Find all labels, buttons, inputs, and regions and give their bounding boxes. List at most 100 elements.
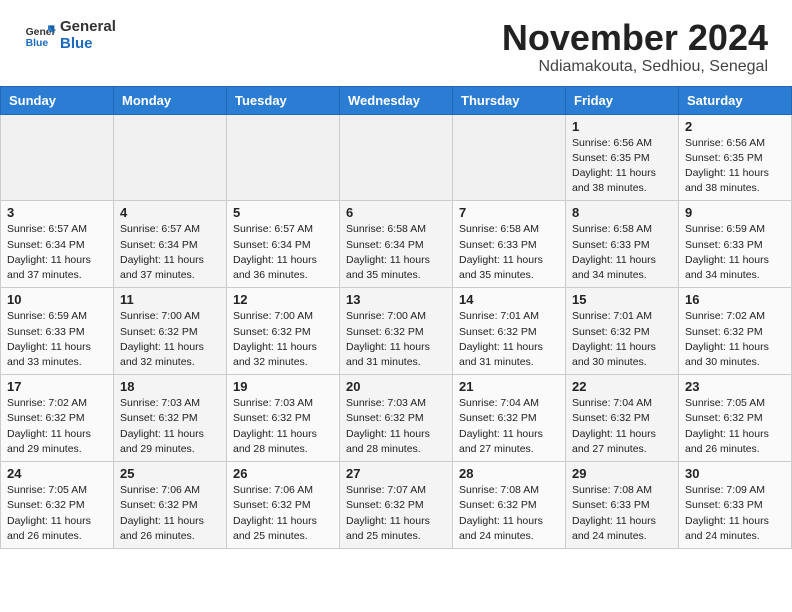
day-info: Sunrise: 6:58 AM Sunset: 6:33 PM Dayligh… xyxy=(572,222,672,283)
day-info: Sunrise: 7:09 AM Sunset: 6:33 PM Dayligh… xyxy=(685,483,785,544)
day-number: 16 xyxy=(685,292,785,307)
day-info: Sunrise: 7:00 AM Sunset: 6:32 PM Dayligh… xyxy=(233,309,333,370)
day-info: Sunrise: 6:57 AM Sunset: 6:34 PM Dayligh… xyxy=(233,222,333,283)
month-year: November 2024 xyxy=(502,18,768,58)
calendar-cell: 13Sunrise: 7:00 AM Sunset: 6:32 PM Dayli… xyxy=(340,288,453,375)
day-info: Sunrise: 7:03 AM Sunset: 6:32 PM Dayligh… xyxy=(346,396,446,457)
day-info: Sunrise: 7:04 AM Sunset: 6:32 PM Dayligh… xyxy=(459,396,559,457)
col-header-monday: Monday xyxy=(114,86,227,114)
day-info: Sunrise: 7:06 AM Sunset: 6:32 PM Dayligh… xyxy=(233,483,333,544)
calendar-cell: 3 Sunrise: 6:57 AM Sunset: 6:34 PM Daylig… xyxy=(1,201,114,288)
day-number: 19 xyxy=(233,379,333,394)
calendar-cell: 21 Sunrise: 7:04 AM Sunset: 6:32 PM Dayli… xyxy=(453,375,566,462)
calendar-week-row: 10Sunrise: 6:59 AM Sunset: 6:33 PM Dayli… xyxy=(1,288,792,375)
day-number: 27 xyxy=(346,466,446,481)
calendar-cell xyxy=(1,114,114,201)
day-info: Sunrise: 6:57 AM Sunset: 6:34 PM Dayligh… xyxy=(7,222,107,283)
calendar-cell: 30 Sunrise: 7:09 AM Sunset: 6:33 PM Dayli… xyxy=(679,462,792,549)
calendar-cell: 8 Sunrise: 6:58 AM Sunset: 6:33 PM Daylig… xyxy=(566,201,679,288)
day-number: 21 xyxy=(459,379,559,394)
col-header-sunday: Sunday xyxy=(1,86,114,114)
day-info: Sunrise: 7:02 AM Sunset: 6:32 PM Dayligh… xyxy=(7,396,107,457)
calendar-week-row: 17 Sunrise: 7:02 AM Sunset: 6:32 PM Dayli… xyxy=(1,375,792,462)
calendar-cell: 15Sunrise: 7:01 AM Sunset: 6:32 PM Dayli… xyxy=(566,288,679,375)
logo-icon: General Blue xyxy=(24,19,56,51)
logo: General Blue General Blue xyxy=(24,18,116,53)
day-info: Sunrise: 7:02 AM Sunset: 6:32 PM Dayligh… xyxy=(685,309,785,370)
day-info: Sunrise: 6:59 AM Sunset: 6:33 PM Dayligh… xyxy=(685,222,785,283)
calendar-cell: 2Sunrise: 6:56 AM Sunset: 6:35 PM Daylig… xyxy=(679,114,792,201)
day-number: 7 xyxy=(459,205,559,220)
calendar-cell: 17 Sunrise: 7:02 AM Sunset: 6:32 PM Dayli… xyxy=(1,375,114,462)
day-number: 1 xyxy=(572,119,672,134)
location: Ndiamakouta, Sedhiou, Senegal xyxy=(502,58,768,76)
calendar-cell: 23Sunrise: 7:05 AM Sunset: 6:32 PM Dayli… xyxy=(679,375,792,462)
calendar-cell: 9 Sunrise: 6:59 AM Sunset: 6:33 PM Daylig… xyxy=(679,201,792,288)
day-info: Sunrise: 7:08 AM Sunset: 6:33 PM Dayligh… xyxy=(572,483,672,544)
day-info: Sunrise: 7:00 AM Sunset: 6:32 PM Dayligh… xyxy=(120,309,220,370)
day-number: 3 xyxy=(7,205,107,220)
day-number: 14 xyxy=(459,292,559,307)
day-info: Sunrise: 6:58 AM Sunset: 6:33 PM Dayligh… xyxy=(459,222,559,283)
calendar-cell: 19 Sunrise: 7:03 AM Sunset: 6:32 PM Dayli… xyxy=(227,375,340,462)
day-info: Sunrise: 7:00 AM Sunset: 6:32 PM Dayligh… xyxy=(346,309,446,370)
day-info: Sunrise: 6:58 AM Sunset: 6:34 PM Dayligh… xyxy=(346,222,446,283)
day-info: Sunrise: 6:56 AM Sunset: 6:35 PM Dayligh… xyxy=(572,136,672,197)
calendar-cell: 5 Sunrise: 6:57 AM Sunset: 6:34 PM Daylig… xyxy=(227,201,340,288)
day-number: 11 xyxy=(120,292,220,307)
day-number: 12 xyxy=(233,292,333,307)
calendar-cell: 18 Sunrise: 7:03 AM Sunset: 6:32 PM Dayli… xyxy=(114,375,227,462)
day-info: Sunrise: 7:03 AM Sunset: 6:32 PM Dayligh… xyxy=(233,396,333,457)
day-number: 15 xyxy=(572,292,672,307)
calendar-header-row: SundayMondayTuesdayWednesdayThursdayFrid… xyxy=(1,86,792,114)
calendar-cell: 11 Sunrise: 7:00 AM Sunset: 6:32 PM Dayli… xyxy=(114,288,227,375)
calendar-table: SundayMondayTuesdayWednesdayThursdayFrid… xyxy=(0,86,792,549)
day-number: 28 xyxy=(459,466,559,481)
calendar-cell: 26 Sunrise: 7:06 AM Sunset: 6:32 PM Dayli… xyxy=(227,462,340,549)
calendar-cell: 29 Sunrise: 7:08 AM Sunset: 6:33 PM Dayli… xyxy=(566,462,679,549)
day-number: 30 xyxy=(685,466,785,481)
day-info: Sunrise: 7:04 AM Sunset: 6:32 PM Dayligh… xyxy=(572,396,672,457)
calendar-cell xyxy=(114,114,227,201)
day-info: Sunrise: 7:07 AM Sunset: 6:32 PM Dayligh… xyxy=(346,483,446,544)
calendar-week-row: 24Sunrise: 7:05 AM Sunset: 6:32 PM Dayli… xyxy=(1,462,792,549)
col-header-saturday: Saturday xyxy=(679,86,792,114)
calendar-cell: 12 Sunrise: 7:00 AM Sunset: 6:32 PM Dayli… xyxy=(227,288,340,375)
day-number: 17 xyxy=(7,379,107,394)
calendar-cell: 4Sunrise: 6:57 AM Sunset: 6:34 PM Daylig… xyxy=(114,201,227,288)
day-number: 26 xyxy=(233,466,333,481)
calendar-cell: 7 Sunrise: 6:58 AM Sunset: 6:33 PM Daylig… xyxy=(453,201,566,288)
day-info: Sunrise: 7:01 AM Sunset: 6:32 PM Dayligh… xyxy=(459,309,559,370)
day-number: 9 xyxy=(685,205,785,220)
col-header-tuesday: Tuesday xyxy=(227,86,340,114)
day-number: 10 xyxy=(7,292,107,307)
day-number: 4 xyxy=(120,205,220,220)
calendar-cell: 20 Sunrise: 7:03 AM Sunset: 6:32 PM Dayli… xyxy=(340,375,453,462)
calendar-cell: 27 Sunrise: 7:07 AM Sunset: 6:32 PM Dayli… xyxy=(340,462,453,549)
day-info: Sunrise: 7:06 AM Sunset: 6:32 PM Dayligh… xyxy=(120,483,220,544)
day-info: Sunrise: 7:03 AM Sunset: 6:32 PM Dayligh… xyxy=(120,396,220,457)
col-header-thursday: Thursday xyxy=(453,86,566,114)
day-number: 25 xyxy=(120,466,220,481)
day-number: 20 xyxy=(346,379,446,394)
col-header-wednesday: Wednesday xyxy=(340,86,453,114)
day-number: 22 xyxy=(572,379,672,394)
title-block: November 2024 Ndiamakouta, Sedhiou, Sene… xyxy=(502,18,768,76)
day-number: 29 xyxy=(572,466,672,481)
calendar-cell: 6Sunrise: 6:58 AM Sunset: 6:34 PM Daylig… xyxy=(340,201,453,288)
page-header: General Blue General Blue November 2024 … xyxy=(0,0,792,86)
day-info: Sunrise: 7:08 AM Sunset: 6:32 PM Dayligh… xyxy=(459,483,559,544)
day-number: 5 xyxy=(233,205,333,220)
day-info: Sunrise: 6:56 AM Sunset: 6:35 PM Dayligh… xyxy=(685,136,785,197)
logo-blue-text: Blue xyxy=(60,35,116,52)
calendar-week-row: 1 Sunrise: 6:56 AM Sunset: 6:35 PM Daylig… xyxy=(1,114,792,201)
calendar-cell: 10Sunrise: 6:59 AM Sunset: 6:33 PM Dayli… xyxy=(1,288,114,375)
day-number: 18 xyxy=(120,379,220,394)
calendar-week-row: 3 Sunrise: 6:57 AM Sunset: 6:34 PM Daylig… xyxy=(1,201,792,288)
svg-text:Blue: Blue xyxy=(26,38,49,49)
day-info: Sunrise: 7:05 AM Sunset: 6:32 PM Dayligh… xyxy=(7,483,107,544)
day-number: 8 xyxy=(572,205,672,220)
calendar-cell xyxy=(340,114,453,201)
calendar-cell: 1 Sunrise: 6:56 AM Sunset: 6:35 PM Daylig… xyxy=(566,114,679,201)
day-info: Sunrise: 7:05 AM Sunset: 6:32 PM Dayligh… xyxy=(685,396,785,457)
